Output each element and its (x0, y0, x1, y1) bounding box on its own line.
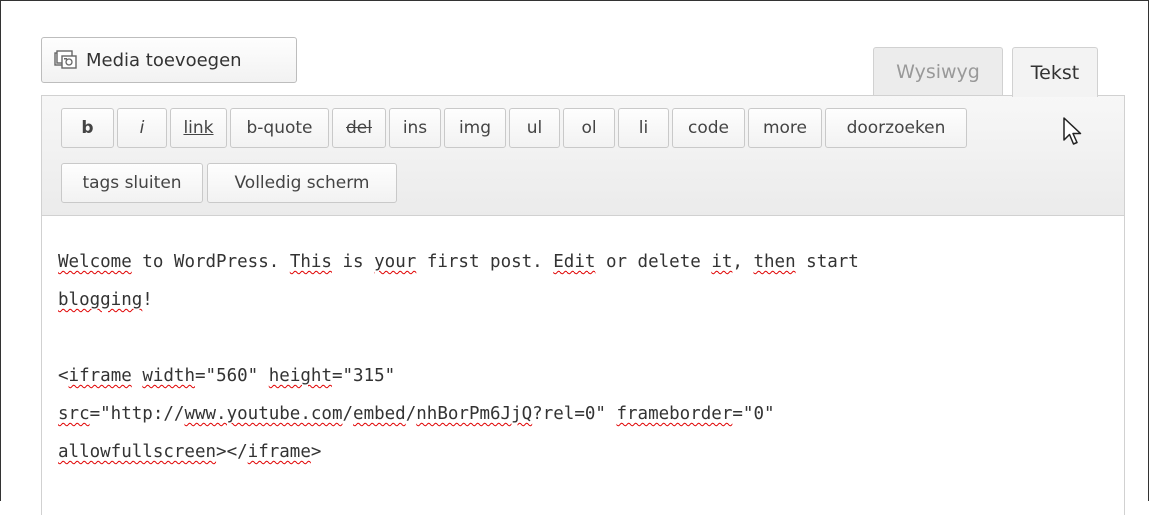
editor-text: < (58, 366, 69, 386)
editor-text: to WordPress. (131, 252, 290, 272)
text-editor: b i link b-quote del ins img ul ol li co… (41, 95, 1125, 516)
editor-text (132, 366, 143, 386)
editor-text: , (732, 252, 754, 272)
media-camera-icon (54, 50, 77, 69)
editor-line: Welcome to WordPress. This is your first… (58, 243, 1106, 281)
editor-text: / (405, 404, 417, 424)
misspelled-word: then (753, 252, 796, 272)
fullscreen-button[interactable]: Volledig scherm (207, 163, 397, 203)
code-button[interactable]: code (672, 108, 745, 148)
misspelled-word: blogging (58, 290, 143, 310)
misspelled-word: height (268, 366, 332, 386)
link-button[interactable]: link (170, 108, 227, 148)
misspelled-word: Edit (553, 252, 596, 272)
editor-text: ! (142, 290, 153, 310)
misspelled-word: your (374, 252, 417, 272)
misspelled-word: This (289, 252, 332, 272)
more-button[interactable]: more (748, 108, 822, 148)
misspelled-word: iframe (68, 366, 132, 386)
misspelled-word: allowfullscreen (58, 442, 217, 462)
editor-text: ?rel=0" (532, 404, 617, 424)
editor-text: ="315" (331, 366, 396, 386)
search-replace-button[interactable]: doorzoeken (825, 108, 967, 148)
quicktags-toolbar: b i link b-quote del ins img ul ol li co… (42, 96, 1124, 216)
misspelled-word: nhBorPm6JjQ (416, 404, 533, 424)
editor-line: <iframe width="560" height="315" (58, 357, 1106, 395)
blockquote-button[interactable]: b-quote (230, 108, 329, 148)
add-media-button[interactable]: Media toevoegen (41, 37, 297, 83)
editor-text: / (342, 404, 354, 424)
misspelled-word: frameborder (616, 404, 733, 424)
editor-text: ></ (216, 442, 248, 462)
editor-text: ="http:// (89, 404, 185, 424)
misspelled-word: it (711, 252, 733, 272)
li-button[interactable]: li (618, 108, 669, 148)
editor-text: start (795, 252, 859, 272)
del-button[interactable]: del (332, 108, 386, 148)
editor-text: ="560" (195, 366, 269, 386)
editor-line: allowfullscreen></iframe> (58, 433, 1106, 471)
italic-button[interactable]: i (117, 108, 167, 148)
misspelled-word: embed (353, 404, 406, 424)
editor-text: first post. (416, 252, 554, 272)
bold-button[interactable]: b (61, 108, 114, 148)
misspelled-word: src (58, 404, 90, 424)
img-button[interactable]: img (444, 108, 506, 148)
ins-button[interactable]: ins (389, 108, 441, 148)
ol-button[interactable]: ol (563, 108, 615, 148)
editor-line: blogging! (58, 281, 1106, 319)
add-media-label: Media toevoegen (86, 49, 242, 71)
editor-text: is (331, 252, 375, 272)
content-textarea[interactable]: Welcome to WordPress. This is your first… (42, 216, 1124, 516)
misspelled-word: iframe (247, 442, 311, 462)
editor-line: src="http://www.youtube.com/embed/nhBorP… (58, 395, 1106, 433)
editor-text: > (310, 442, 322, 462)
misspelled-word: width (142, 366, 195, 386)
ul-button[interactable]: ul (509, 108, 560, 148)
misspelled-word: Welcome (58, 252, 132, 272)
misspelled-word: www.youtube.com (184, 404, 343, 424)
close-tags-button[interactable]: tags sluiten (61, 163, 203, 203)
tab-wysiwyg[interactable]: Wysiwyg (873, 47, 1003, 96)
tab-tekst[interactable]: Tekst (1012, 47, 1098, 97)
editor-text: or delete (595, 252, 712, 272)
mouse-pointer-icon (1063, 117, 1082, 145)
editor-text: ="0" (732, 404, 775, 424)
